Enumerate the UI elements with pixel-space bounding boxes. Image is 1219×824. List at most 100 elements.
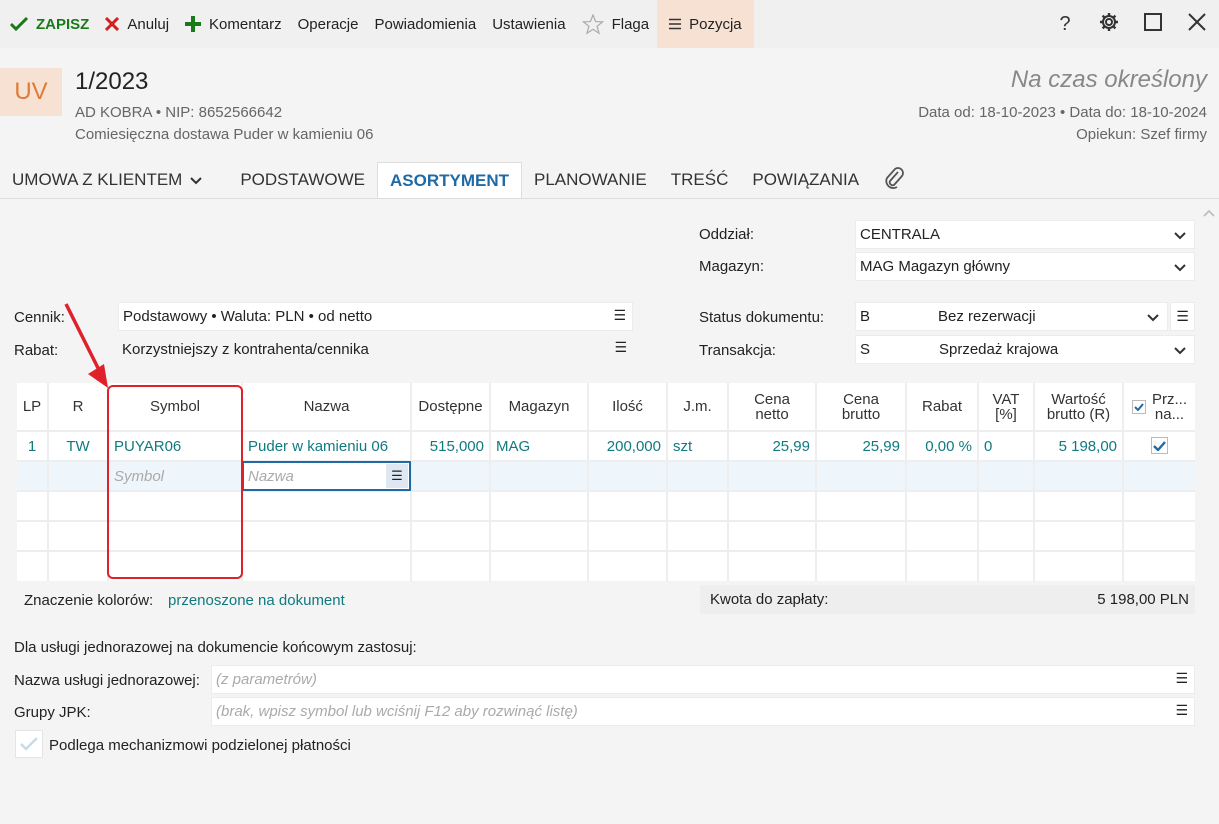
empty-cell: [667, 490, 729, 521]
cell-unit[interactable]: szt: [667, 430, 729, 461]
col-unit[interactable]: J.m.: [667, 383, 729, 431]
empty-cell[interactable]: [588, 460, 668, 491]
col-lp[interactable]: LP: [17, 383, 49, 431]
empty-cell[interactable]: [667, 460, 729, 491]
split-payment-checkbox[interactable]: [15, 730, 43, 758]
cell-warehouse[interactable]: MAG: [490, 430, 589, 461]
table-row[interactable]: 1 TW PUYAR06 Puder w kamieniu 06 515,000…: [17, 430, 1195, 461]
empty-cell[interactable]: [728, 460, 817, 491]
col-name[interactable]: Nazwa: [242, 383, 412, 431]
empty-cell: [17, 550, 49, 581]
cell-net-price[interactable]: 25,99: [728, 430, 817, 461]
settings-gear-button[interactable]: [1087, 0, 1131, 48]
flag-label: Flaga: [611, 15, 650, 33]
tab-planowanie[interactable]: PLANOWANIE: [522, 162, 659, 198]
jpk-field[interactable]: (brak, wpisz symbol lub wciśnij F12 aby …: [211, 697, 1195, 726]
maximize-button[interactable]: [1131, 0, 1175, 48]
menu-icon[interactable]: ☰: [613, 307, 626, 324]
pricelist-field[interactable]: Podstawowy • Waluta: PLN • od netto ☰: [118, 302, 633, 331]
discount-field[interactable]: Korzystniejszy z kontrahenta/cennika ☰: [118, 335, 633, 364]
menu-icon[interactable]: ☰: [1175, 702, 1188, 719]
menu-icon[interactable]: ☰: [614, 339, 627, 356]
empty-cell[interactable]: [906, 460, 979, 491]
status-menu-button[interactable]: ☰: [1170, 302, 1195, 331]
cell-discount[interactable]: 0,00 %: [906, 430, 979, 461]
jpk-placeholder: (brak, wpisz symbol lub wciśnij F12 aby …: [216, 703, 578, 720]
empty-cell[interactable]: [816, 460, 907, 491]
branch-select[interactable]: CENTRALA: [855, 220, 1195, 249]
cell-gross-price[interactable]: 25,99: [816, 430, 907, 461]
empty-cell[interactable]: [411, 460, 491, 491]
col-net-price[interactable]: Cena netto: [728, 383, 817, 431]
cell-r[interactable]: TW: [48, 430, 109, 461]
chevron-down-icon: [1174, 259, 1186, 276]
empty-cell[interactable]: [1034, 460, 1124, 491]
main-content: Oddział: CENTRALA Magazyn: MAG Magazyn g…: [0, 199, 1219, 824]
new-symbol-input[interactable]: Symbol: [108, 460, 243, 491]
save-button[interactable]: ZAPISZ: [0, 0, 97, 48]
tab-asortyment[interactable]: ASORTYMENT: [377, 162, 522, 198]
col-available[interactable]: Dostępne: [411, 383, 491, 431]
cell-lp[interactable]: 1: [17, 430, 49, 461]
operations-button[interactable]: Operacje: [290, 0, 367, 48]
cell-transfer[interactable]: [1123, 430, 1195, 461]
settings-button[interactable]: Ustawienia: [484, 0, 573, 48]
close-window-button[interactable]: [1175, 0, 1219, 48]
col-symbol[interactable]: Symbol: [108, 383, 243, 431]
menu-icon[interactable]: ☰: [1175, 670, 1188, 687]
empty-cell: [17, 520, 49, 551]
empty-cell: [667, 520, 729, 551]
col-gross-value-line2: brutto (R): [1046, 405, 1111, 423]
empty-cell[interactable]: [490, 460, 589, 491]
menu-icon[interactable]: ☰: [386, 464, 408, 488]
cell-available[interactable]: 515,000: [411, 430, 491, 461]
comment-button[interactable]: Komentarz: [177, 0, 290, 48]
transaction-select[interactable]: S Sprzedaż krajowa: [855, 335, 1195, 364]
cancel-button[interactable]: Anuluj: [97, 0, 177, 48]
empty-row: [17, 550, 1195, 581]
col-gross-price[interactable]: Cena brutto: [816, 383, 907, 431]
transfer-checkbox[interactable]: [1151, 437, 1168, 455]
warehouse-select[interactable]: MAG Magazyn główny: [855, 252, 1195, 281]
tab-attachments[interactable]: [871, 162, 917, 198]
close-window-icon: [1188, 13, 1206, 35]
tab-tresc[interactable]: TREŚĆ: [659, 162, 741, 198]
service-name-placeholder: (z parametrów): [216, 671, 317, 688]
empty-cell[interactable]: [17, 460, 49, 491]
col-vat[interactable]: VAT [%]: [978, 383, 1035, 431]
scroll-up-icon[interactable]: [1203, 204, 1215, 221]
position-button[interactable]: Pozycja: [657, 0, 754, 48]
cell-name[interactable]: Puder w kamieniu 06: [242, 430, 412, 461]
col-vat-line2: [%]: [995, 405, 1017, 423]
col-qty[interactable]: Ilość: [588, 383, 668, 431]
empty-cell[interactable]: [1123, 460, 1195, 491]
empty-cell: [490, 520, 589, 551]
col-warehouse[interactable]: Magazyn: [490, 383, 589, 431]
new-item-row[interactable]: Symbol Nazwa ☰: [17, 460, 1195, 491]
service-name-field[interactable]: (z parametrów) ☰: [211, 665, 1195, 694]
cell-vat[interactable]: 0: [978, 430, 1035, 461]
new-name-input[interactable]: Nazwa ☰: [242, 460, 412, 491]
cell-symbol[interactable]: PUYAR06: [108, 430, 243, 461]
help-button[interactable]: ?: [1043, 0, 1087, 48]
col-discount[interactable]: Rabat: [906, 383, 979, 431]
empty-cell: [242, 520, 412, 551]
cell-qty[interactable]: 200,000: [588, 430, 668, 461]
flag-button[interactable]: Flaga: [574, 0, 658, 48]
col-gross-value[interactable]: Wartość brutto (R): [1034, 383, 1124, 431]
tab-podstawowe[interactable]: PODSTAWOWE: [228, 162, 377, 198]
tab-label: PLANOWANIE: [534, 170, 647, 189]
cell-gross-value[interactable]: 5 198,00: [1034, 430, 1124, 461]
col-transfer[interactable]: Prz... na...: [1123, 383, 1195, 431]
empty-cell: [728, 520, 817, 551]
empty-cell[interactable]: [48, 460, 109, 491]
status-value: Bez rezerwacji: [938, 308, 1036, 325]
col-r[interactable]: R: [48, 383, 109, 431]
empty-cell[interactable]: [978, 460, 1035, 491]
tab-umowa-z-klientem[interactable]: UMOWA Z KLIENTEM: [0, 162, 214, 198]
status-select[interactable]: B Bez rezerwacji: [855, 302, 1168, 331]
menu-icon: [669, 18, 682, 30]
tab-powiazania[interactable]: POWIĄZANIA: [740, 162, 871, 198]
select-all-checkbox[interactable]: [1131, 399, 1146, 414]
notifications-button[interactable]: Powiadomienia: [366, 0, 484, 48]
